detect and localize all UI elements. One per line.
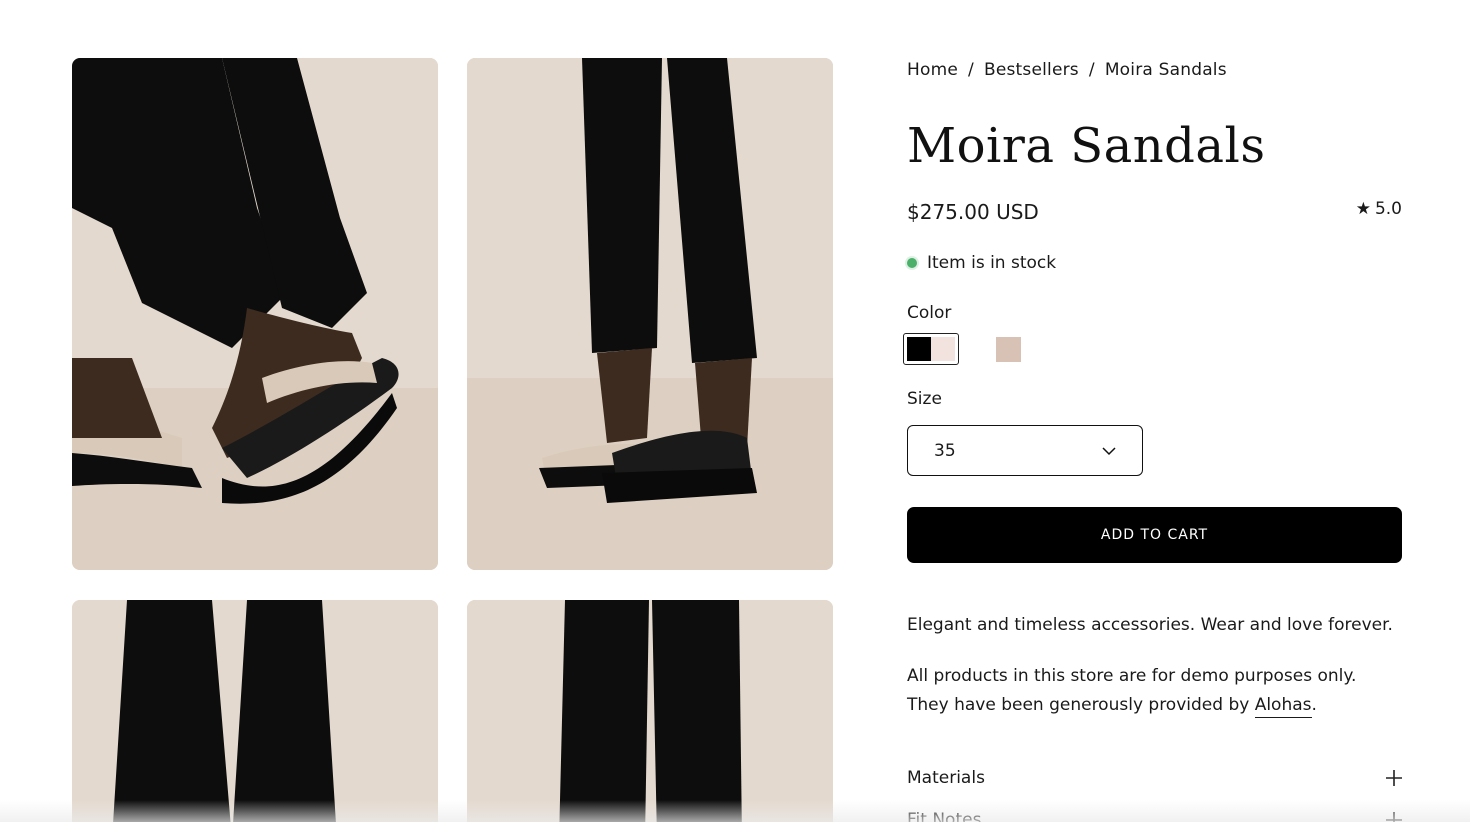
size-value: 35	[934, 440, 956, 461]
product-image-3[interactable]	[72, 600, 438, 822]
product-image-2[interactable]	[467, 58, 833, 570]
stock-status: Item is in stock	[907, 253, 1056, 273]
star-icon: ★	[1355, 199, 1371, 219]
product-title: Moira Sandals	[907, 118, 1266, 174]
product-rating: ★ 5.0	[1356, 199, 1402, 219]
rating-value: 5.0	[1374, 199, 1402, 219]
color-swatch-sand[interactable]	[996, 337, 1021, 362]
breadcrumb: Home / Bestsellers / Moira Sandals	[907, 60, 1227, 80]
description-demo-note: All products in this store are for demo …	[907, 662, 1402, 720]
breadcrumb-separator: /	[968, 60, 974, 80]
swatch-half-cream	[931, 337, 955, 361]
breadcrumb-bestsellers[interactable]: Bestsellers	[984, 60, 1079, 80]
chevron-down-icon	[1102, 441, 1116, 461]
add-to-cart-button[interactable]: ADD TO CART	[907, 507, 1402, 563]
description-period: .	[1311, 695, 1317, 715]
color-swatch-black-cream[interactable]	[903, 333, 959, 365]
accordion-materials[interactable]: Materials	[907, 766, 1402, 790]
swatch-half-black	[907, 337, 931, 361]
product-image-4[interactable]	[467, 600, 833, 822]
plus-icon	[1386, 808, 1402, 822]
alohas-link[interactable]: Alohas	[1254, 695, 1312, 718]
breadcrumb-current: Moira Sandals	[1104, 60, 1227, 80]
accordion-label-materials: Materials	[907, 768, 985, 788]
description-tagline: Elegant and timeless accessories. Wear a…	[907, 615, 1393, 635]
accordion-label-fit-notes: Fit Notes	[907, 810, 982, 822]
product-price: $275.00 USD	[907, 200, 1039, 224]
stock-text: Item is in stock	[927, 253, 1057, 273]
product-image-1[interactable]	[72, 58, 438, 570]
breadcrumb-home[interactable]: Home	[907, 60, 958, 80]
color-label: Color	[907, 303, 952, 323]
size-label: Size	[907, 389, 942, 409]
in-stock-dot-icon	[907, 258, 917, 268]
breadcrumb-separator: /	[1088, 60, 1095, 80]
accordion-fit-notes[interactable]: Fit Notes	[907, 808, 1402, 822]
size-select[interactable]: 35	[907, 425, 1143, 476]
plus-icon	[1386, 766, 1402, 790]
